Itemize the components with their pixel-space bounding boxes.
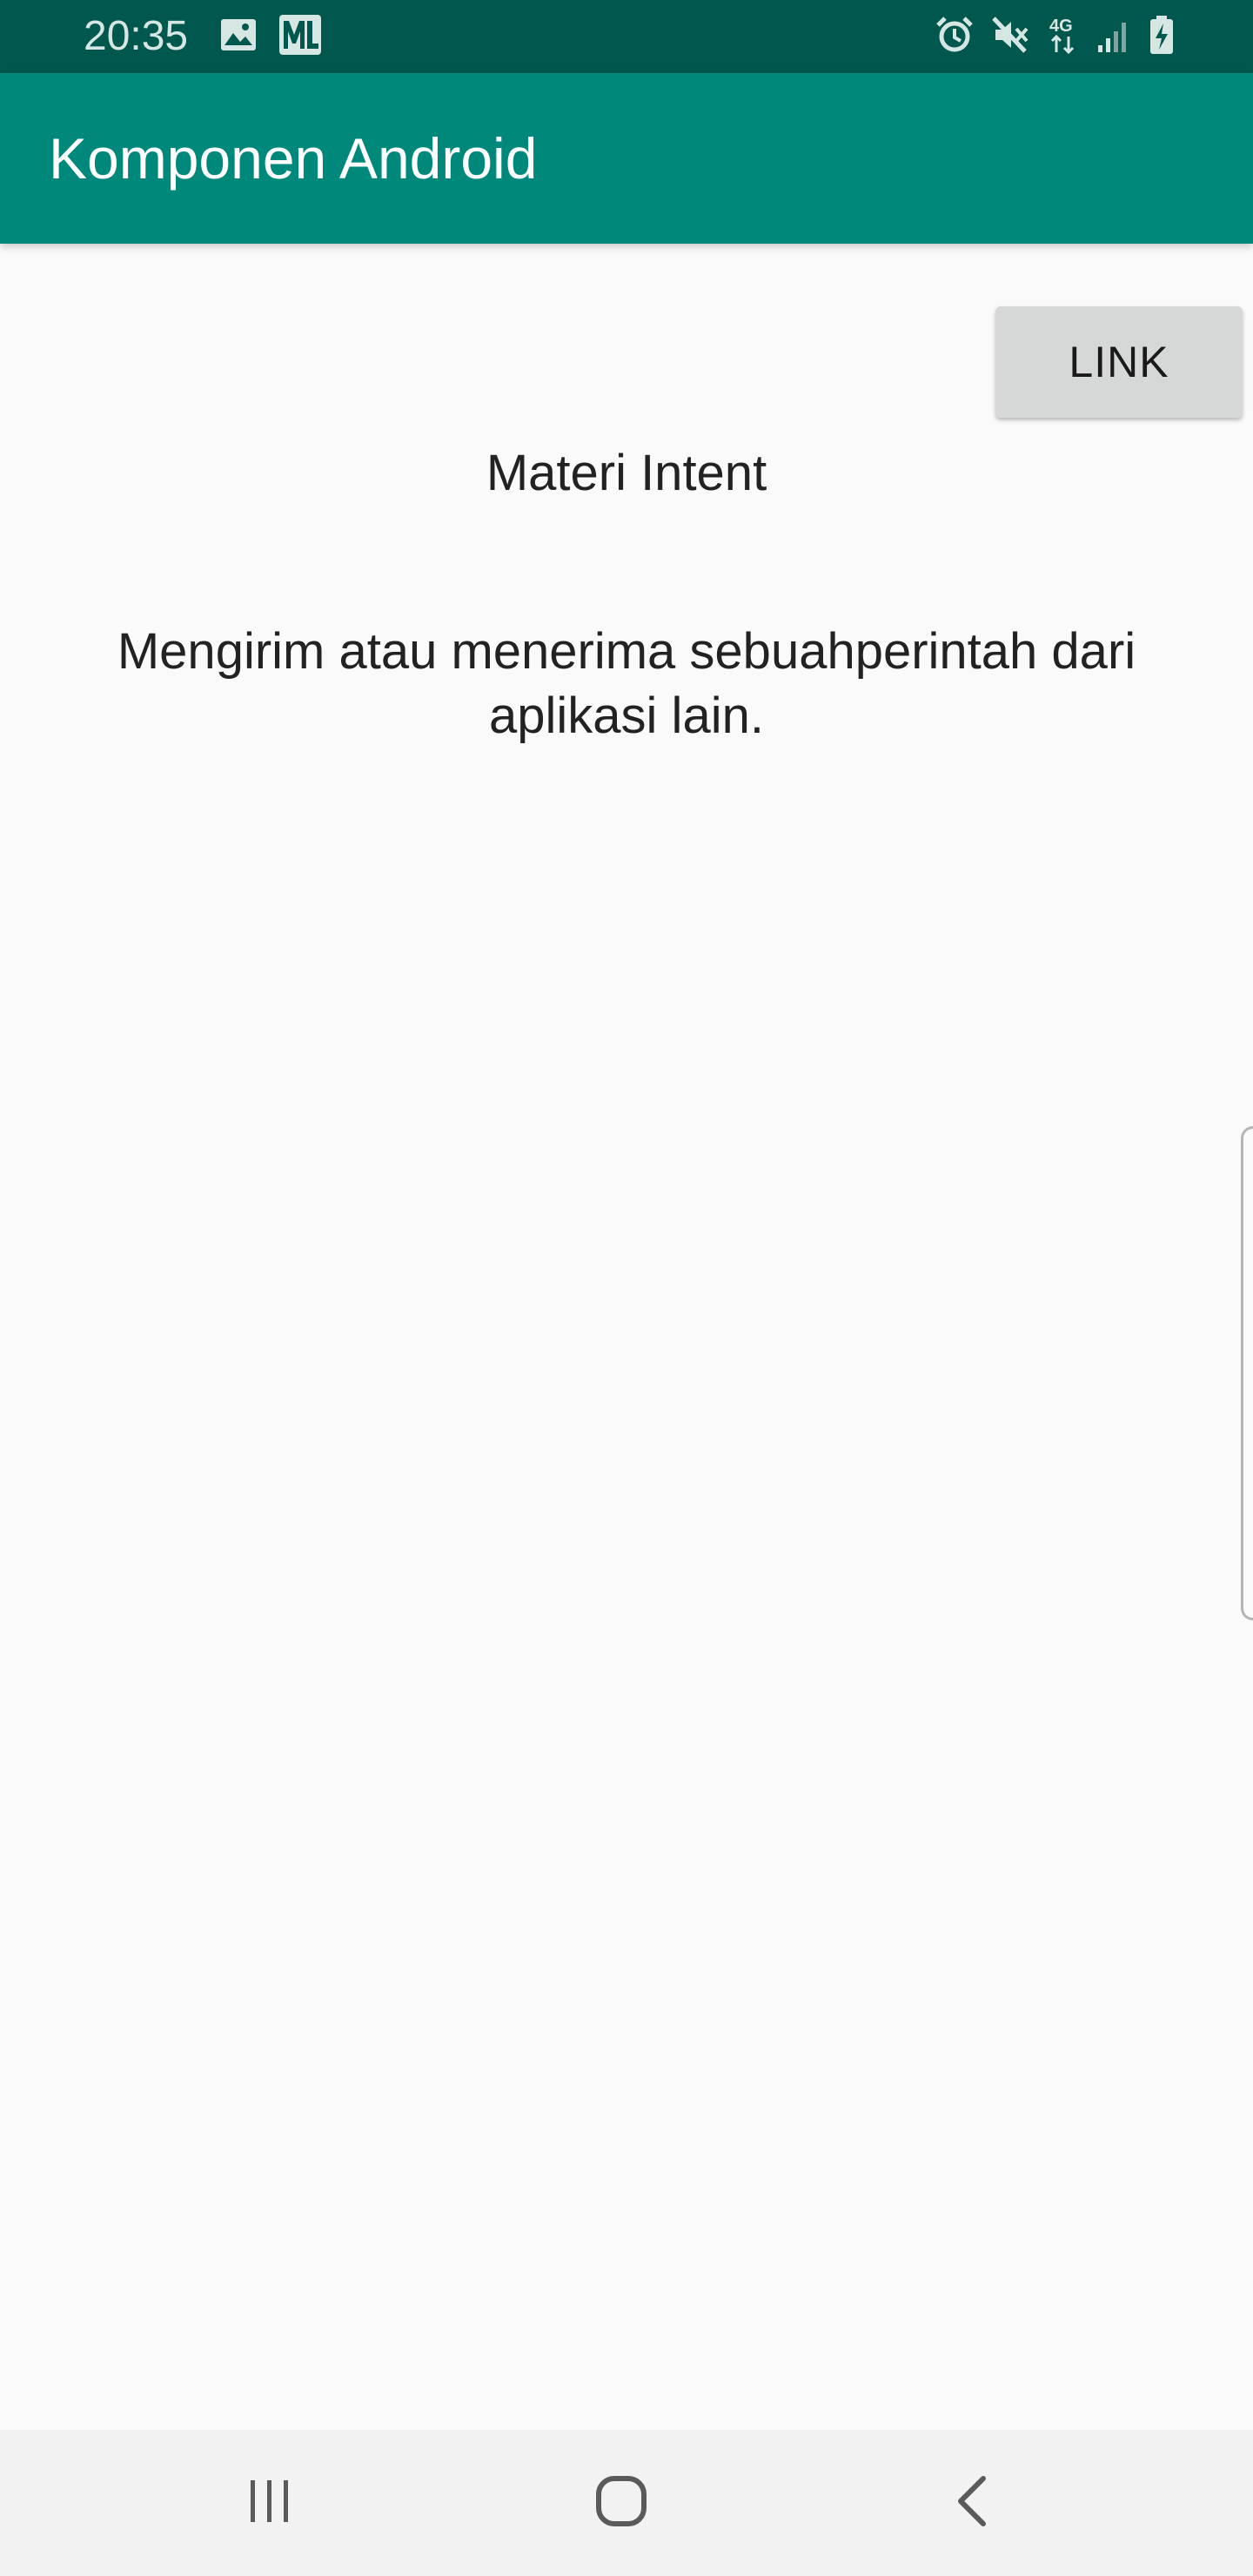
ml-icon <box>278 14 322 60</box>
signal-icon <box>1096 16 1133 58</box>
status-time: 20:35 <box>84 13 189 59</box>
link-button[interactable]: LINK <box>995 306 1243 418</box>
status-left-icons <box>219 14 322 60</box>
navigation-bar <box>0 2430 1253 2576</box>
image-icon <box>219 17 258 57</box>
app-bar: Komponen Android <box>0 73 1253 244</box>
mute-icon <box>990 15 1030 59</box>
battery-charging-icon <box>1149 15 1175 59</box>
home-button[interactable] <box>569 2459 673 2546</box>
network-label: 4G <box>1049 17 1073 36</box>
materi-description: Mengirim atau menerima sebuahperintah da… <box>117 623 1136 744</box>
app-title: Komponen Android <box>49 126 538 191</box>
recent-apps-icon <box>244 2477 296 2530</box>
home-icon <box>593 2473 649 2533</box>
alarm-icon <box>935 15 975 59</box>
back-icon <box>952 2473 990 2533</box>
status-right-icons: 4G <box>935 14 1175 59</box>
materi-title: Materi Intent <box>486 445 767 501</box>
network-4g-icon: 4G <box>1046 14 1081 60</box>
status-bar: 20:35 4G <box>0 0 1253 73</box>
back-button[interactable] <box>919 2459 1023 2546</box>
android-screen: 20:35 4G Komponen Android LINK Materi In… <box>0 0 1253 2576</box>
recent-apps-button[interactable] <box>218 2459 322 2546</box>
edge-panel-handle[interactable] <box>1241 1126 1253 1620</box>
